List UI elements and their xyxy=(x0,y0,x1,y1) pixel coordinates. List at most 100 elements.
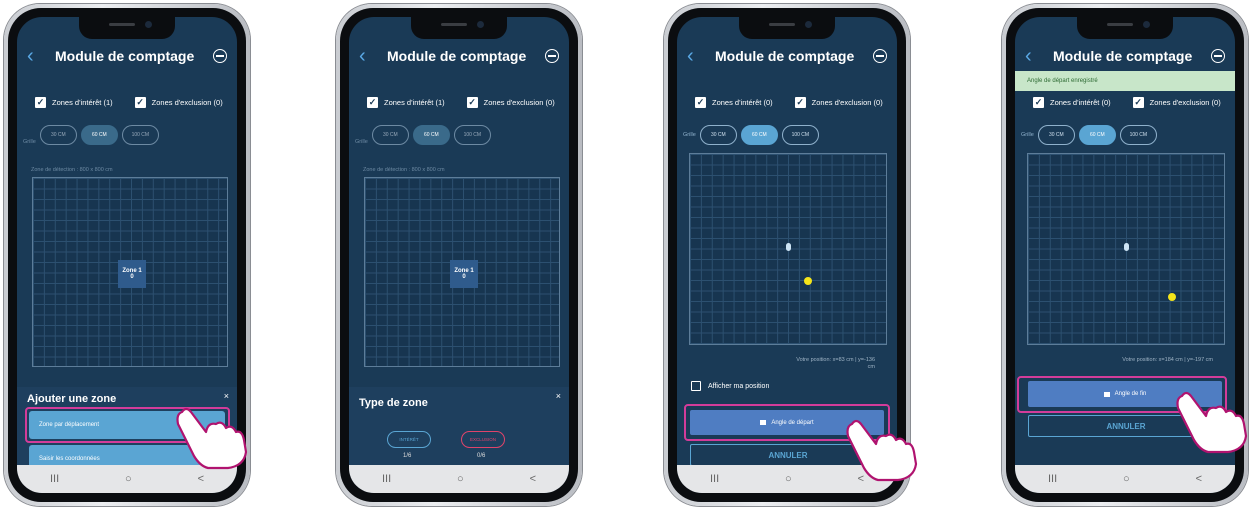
interest-label: Zones d'intérêt (0) xyxy=(712,98,773,107)
minus-circle-icon[interactable] xyxy=(873,49,887,63)
zone-marker[interactable]: Zone 1 0 xyxy=(450,260,478,288)
exclusion-checkbox[interactable]: ✓ xyxy=(466,97,478,108)
back-arrow-icon[interactable]: ‹ xyxy=(1025,45,1047,68)
detection-label: Zone de détection : 800 x 800 cm xyxy=(31,167,113,173)
zone-filters: ✓ Zones d'intérêt (0) ✓ Zones d'exclusio… xyxy=(1015,97,1235,108)
position-line-1: Votre position: x=83 cm | y=-136 xyxy=(796,357,875,363)
detection-label: Zone de détection : 800 x 800 cm xyxy=(363,167,445,173)
grid-option-60[interactable]: 60 CM xyxy=(1078,125,1116,145)
exclusion-label: Zones d'exclusion (0) xyxy=(483,98,555,107)
tap-hand-icon xyxy=(176,407,248,470)
show-position-row[interactable]: Afficher ma position xyxy=(691,381,769,391)
grid-label: Grille xyxy=(1021,132,1034,138)
home-icon[interactable]: ○ xyxy=(457,473,464,485)
recents-icon[interactable]: III xyxy=(710,473,719,485)
phone-bezel: ‹ Module de comptage ✓ Zones d'intérêt (… xyxy=(340,8,578,502)
grid-option-100[interactable]: 100 CM xyxy=(781,125,819,145)
grid-option-30[interactable]: 30 CM xyxy=(699,125,737,145)
position-line-2: cm xyxy=(867,364,875,370)
screen-zone-type: ‹ Module de comptage ✓ Zones d'intérêt (… xyxy=(349,17,569,493)
grid-label: Grille xyxy=(23,139,36,145)
exclusion-checkbox[interactable]: ✓ xyxy=(1132,97,1144,108)
user-position-dot xyxy=(804,277,812,285)
back-arrow-icon[interactable]: ‹ xyxy=(27,45,49,68)
system-navbar: III ○ < xyxy=(1015,465,1235,493)
grid-option-30[interactable]: 30 CM xyxy=(371,125,409,145)
interest-type-button[interactable]: INTÉRÊT xyxy=(387,431,431,448)
interest-label: Zones d'intérêt (1) xyxy=(384,98,445,107)
exclusion-checkbox[interactable]: ✓ xyxy=(794,97,806,108)
back-arrow-icon[interactable]: ‹ xyxy=(359,45,381,68)
page-title: Module de comptage xyxy=(715,48,855,64)
minus-circle-icon[interactable] xyxy=(545,49,559,63)
detection-grid[interactable] xyxy=(1027,153,1225,345)
zone-marker[interactable]: Zone 1 0 xyxy=(118,260,146,288)
success-toast: Angle de départ enregistré xyxy=(1015,71,1235,91)
minus-circle-icon[interactable] xyxy=(213,49,227,63)
interest-checkbox[interactable]: ✓ xyxy=(1033,97,1044,108)
grid-option-60[interactable]: 60 CM xyxy=(412,125,450,145)
back-icon[interactable]: < xyxy=(1196,473,1202,485)
tap-hand-icon xyxy=(1176,391,1248,454)
interest-checkbox[interactable]: ✓ xyxy=(35,97,46,108)
zone-filters: ✓ Zones d'intérêt (1) ✓ Zones d'exclusio… xyxy=(17,97,237,108)
interest-count: 1/6 xyxy=(403,453,412,459)
detection-grid[interactable]: Zone 1 0 xyxy=(32,177,228,367)
recents-icon[interactable]: III xyxy=(382,473,391,485)
app-header: ‹ Module de comptage xyxy=(17,39,237,73)
sensor-icon xyxy=(1124,243,1129,251)
notch xyxy=(79,17,175,39)
exclusion-label: Zones d'exclusion (0) xyxy=(811,98,883,107)
back-icon[interactable]: < xyxy=(198,473,204,485)
notch xyxy=(739,17,835,39)
close-icon[interactable]: × xyxy=(556,391,561,401)
notch xyxy=(411,17,507,39)
exclusion-checkbox[interactable]: ✓ xyxy=(134,97,146,108)
interest-label: Zones d'intérêt (1) xyxy=(52,98,113,107)
exclusion-label: Zones d'exclusion (0) xyxy=(151,98,223,107)
grid-size-selector: Grille 30 CM 60 CM 100 CM xyxy=(1021,125,1157,145)
grid-option-60[interactable]: 60 CM xyxy=(80,125,118,145)
position-line-1: Votre position: x=184 cm | y=-197 cm xyxy=(1122,357,1213,363)
page-title: Module de comptage xyxy=(55,48,195,64)
grid-option-100[interactable]: 100 CM xyxy=(121,125,159,145)
interest-checkbox[interactable]: ✓ xyxy=(367,97,378,108)
grid-size-selector: Grille 30 CM 60 CM 100 CM xyxy=(355,125,491,145)
zone-filters: ✓ Zones d'intérêt (0) ✓ Zones d'exclusio… xyxy=(677,97,897,108)
zone-filters: ✓ Zones d'intérêt (1) ✓ Zones d'exclusio… xyxy=(349,97,569,108)
home-icon[interactable]: ○ xyxy=(785,473,792,485)
zone-index: 0 xyxy=(462,274,466,280)
exclusion-label: Zones d'exclusion (0) xyxy=(1149,98,1221,107)
phone-2: ‹ Module de comptage ✓ Zones d'intérêt (… xyxy=(336,4,582,506)
home-icon[interactable]: ○ xyxy=(125,473,132,485)
grid-option-60[interactable]: 60 CM xyxy=(740,125,778,145)
sheet-title: Ajouter une zone xyxy=(27,393,117,405)
grid-option-100[interactable]: 100 CM xyxy=(1119,125,1157,145)
interest-checkbox[interactable]: ✓ xyxy=(695,97,706,108)
grid-label: Grille xyxy=(355,139,368,145)
home-icon[interactable]: ○ xyxy=(1123,473,1130,485)
grid-label: Grille xyxy=(683,132,696,138)
back-arrow-icon[interactable]: ‹ xyxy=(687,45,709,68)
back-icon[interactable]: < xyxy=(530,473,536,485)
grid-option-30[interactable]: 30 CM xyxy=(1037,125,1075,145)
minus-circle-icon[interactable] xyxy=(1211,49,1225,63)
position-readout: Votre position: x=184 cm | y=-197 cm xyxy=(1122,357,1213,364)
sensor-icon xyxy=(786,243,791,251)
app-header: ‹ Module de comptage xyxy=(677,39,897,73)
tap-hand-icon xyxy=(846,419,918,482)
detection-grid[interactable] xyxy=(689,153,887,345)
show-position-checkbox[interactable] xyxy=(691,381,701,391)
page-title: Module de comptage xyxy=(387,48,527,64)
sheet-title: Type de zone xyxy=(359,397,428,409)
recents-icon[interactable]: III xyxy=(1048,473,1057,485)
position-readout: Votre position: x=83 cm | y=-136 cm xyxy=(796,357,875,371)
recents-icon[interactable]: III xyxy=(50,473,59,485)
grid-option-100[interactable]: 100 CM xyxy=(453,125,491,145)
grid-option-30[interactable]: 30 CM xyxy=(39,125,77,145)
app-header: ‹ Module de comptage xyxy=(1015,39,1235,73)
detection-grid[interactable]: Zone 1 0 xyxy=(364,177,560,367)
user-position-dot xyxy=(1168,293,1176,301)
page-title: Module de comptage xyxy=(1053,48,1193,64)
exclusion-type-button[interactable]: EXCLUSION xyxy=(461,431,505,448)
